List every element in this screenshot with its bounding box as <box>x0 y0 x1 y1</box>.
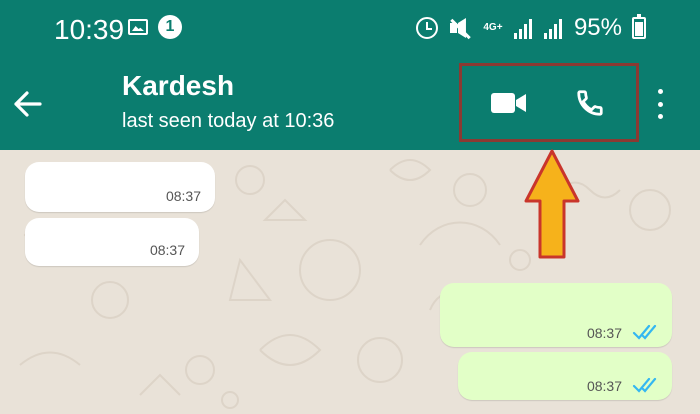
incoming-message[interactable]: 08:37 <box>25 218 199 266</box>
pointer-arrow-icon <box>524 149 580 259</box>
video-call-icon[interactable] <box>491 92 527 114</box>
contact-name[interactable]: Kardesh <box>122 70 234 102</box>
outgoing-message[interactable]: 08:37 <box>440 283 672 347</box>
voice-call-icon[interactable] <box>575 88 605 118</box>
chat-area: 08:37 08:37 08:37 08:37 <box>0 150 700 414</box>
status-icons: 4G+ 95% <box>415 14 646 42</box>
battery-icon <box>632 14 646 39</box>
back-arrow-icon[interactable] <box>10 86 46 122</box>
read-ticks-icon <box>632 324 657 340</box>
mute-icon <box>448 17 472 40</box>
notification-badge: 1 <box>158 15 182 39</box>
message-time: 08:37 <box>165 188 201 204</box>
alarm-icon <box>415 17 438 39</box>
signal-icon-2 <box>543 17 564 39</box>
message-time: 08:37 <box>586 378 622 394</box>
network-type: 4G+ <box>483 22 503 33</box>
more-options-icon[interactable] <box>655 89 665 119</box>
image-notification-icon <box>128 19 148 35</box>
incoming-message[interactable]: 08:37 <box>25 162 215 212</box>
read-ticks-icon <box>632 377 657 393</box>
call-buttons-highlight <box>459 63 639 142</box>
last-seen-status[interactable]: last seen today at 10:36 <box>122 110 334 133</box>
chat-header: 10:39 1 4G+ 95% Kardesh last seen today … <box>0 0 700 150</box>
signal-icon <box>513 17 534 39</box>
message-time: 08:37 <box>149 242 185 258</box>
message-time: 08:37 <box>586 325 622 341</box>
battery-percent: 95% <box>573 14 622 41</box>
status-time: 10:39 <box>54 14 125 45</box>
status-bar: 10:39 1 4G+ 95% <box>0 0 700 56</box>
outgoing-message[interactable]: 08:37 <box>458 352 672 400</box>
